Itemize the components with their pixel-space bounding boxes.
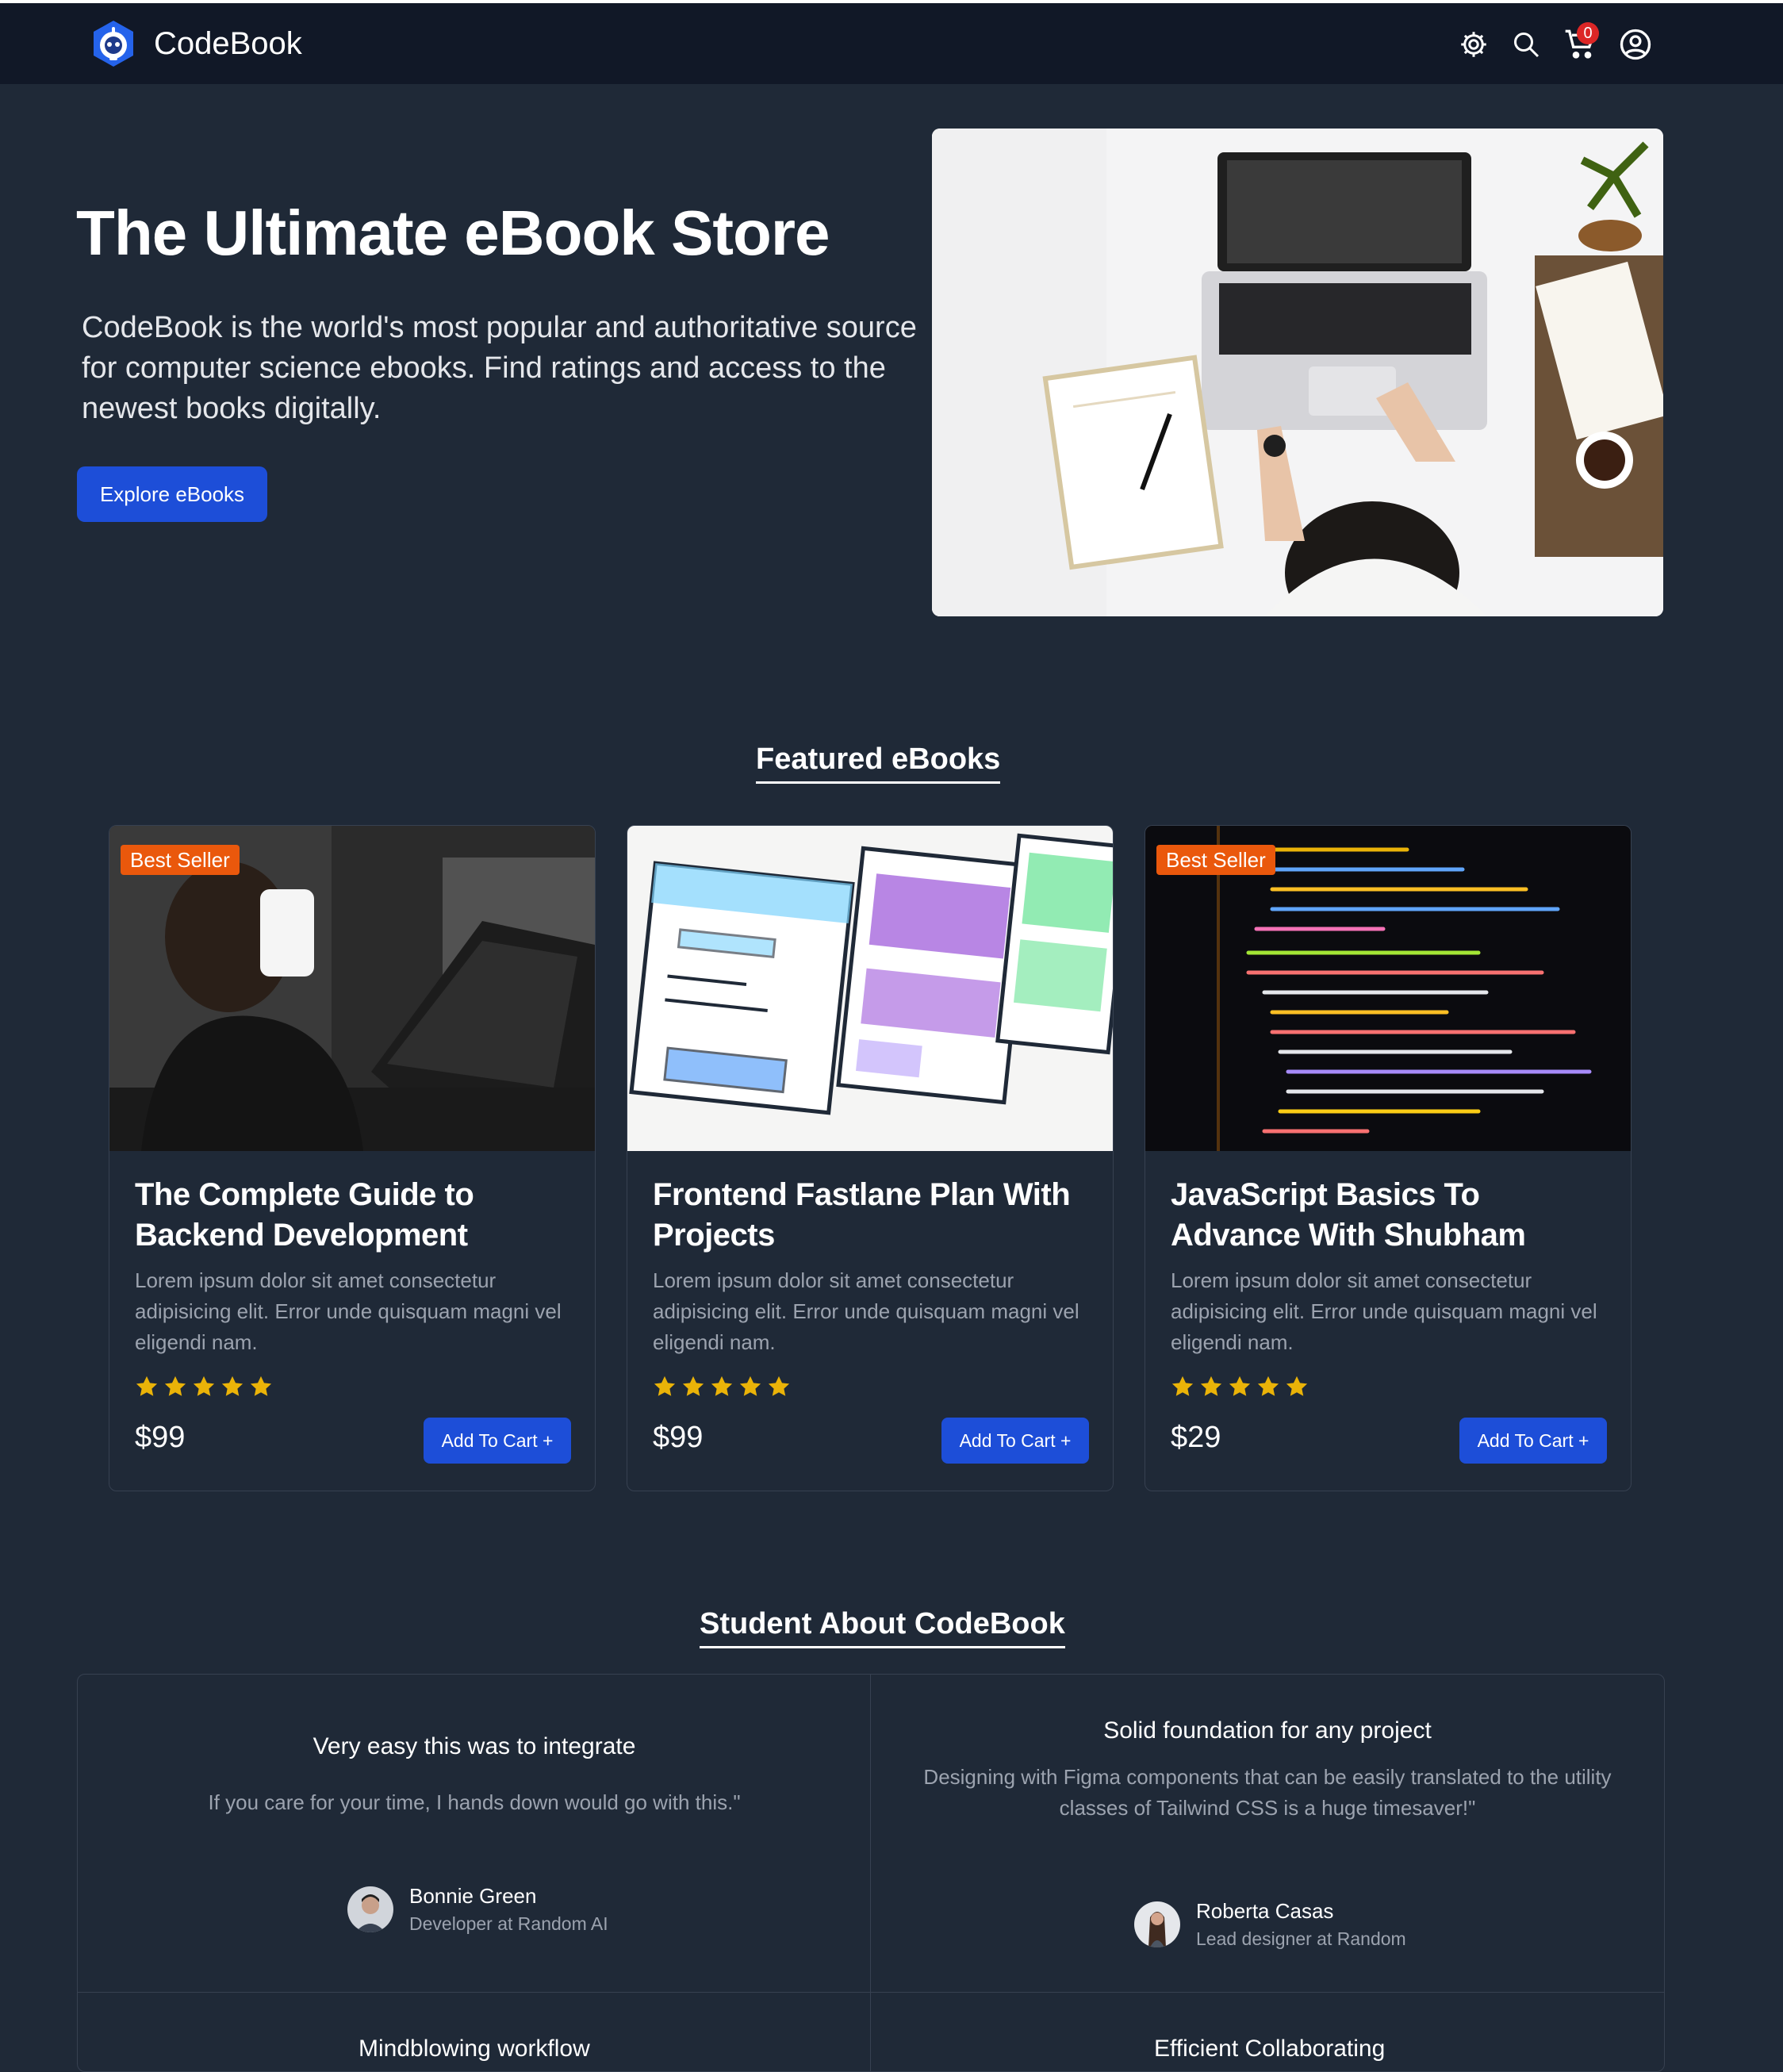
- hero-description: CodeBook is the world's most popular and…: [82, 311, 917, 425]
- user-icon[interactable]: [1620, 29, 1651, 60]
- star-icon: [1200, 1376, 1222, 1396]
- book-cover-image[interactable]: Best Seller: [109, 826, 595, 1151]
- star-icon: [654, 1376, 676, 1396]
- book-price: $99: [135, 1421, 186, 1454]
- add-to-cart-button[interactable]: Add To Cart +: [1459, 1418, 1607, 1464]
- star-icon: [250, 1376, 272, 1396]
- featured-ebooks-heading: Featured eBooks: [756, 742, 1001, 784]
- book-price: $99: [653, 1421, 704, 1454]
- add-to-cart-button[interactable]: Add To Cart +: [424, 1418, 571, 1464]
- testimonials-heading: Student About CodeBook: [700, 1607, 1065, 1648]
- search-icon[interactable]: [1512, 30, 1540, 59]
- star-icon: [1286, 1376, 1308, 1396]
- star-icon: [221, 1376, 243, 1396]
- author-role: Lead designer at Random: [1196, 1928, 1406, 1949]
- rating-stars: [1171, 1375, 1309, 1402]
- star-icon: [1229, 1376, 1251, 1396]
- book-title[interactable]: Frontend Fastlane Plan With Projects: [653, 1175, 1097, 1256]
- star-icon: [164, 1376, 186, 1396]
- testimonial-card: Very easy this was to integrate If you c…: [78, 1733, 871, 1818]
- author-role: Developer at Random AI: [409, 1913, 608, 1934]
- book-card[interactable]: Frontend Fastlane Plan With Projects Lor…: [627, 825, 1114, 1491]
- book-cover-image[interactable]: [627, 826, 1113, 1151]
- testimonial-title: Mindblowing workflow: [359, 2036, 590, 2062]
- star-icon: [1257, 1376, 1279, 1396]
- testimonial-title: Solid foundation for any project: [1103, 1717, 1432, 1744]
- testimonial-title: Efficient Collaborating: [1154, 2036, 1386, 2062]
- avatar: [1134, 1901, 1180, 1947]
- testimonial-card: Solid foundation for any project Designi…: [903, 1717, 1632, 1824]
- star-icon: [682, 1376, 704, 1396]
- star-icon: [1171, 1376, 1194, 1396]
- hero-title: The Ultimate eBook Store: [76, 198, 830, 268]
- book-cover-image[interactable]: Best Seller: [1145, 826, 1631, 1151]
- star-icon: [136, 1376, 158, 1396]
- avatar: [347, 1886, 393, 1932]
- best-seller-badge: Best Seller: [1156, 845, 1275, 875]
- rating-stars: [653, 1375, 791, 1402]
- testimonial-quote: Designing with Figma components that can…: [923, 1765, 1612, 1820]
- book-card[interactable]: Best Seller The Complete Guide to Backen…: [109, 825, 596, 1491]
- gear-icon[interactable]: [1459, 30, 1488, 59]
- grid-divider: [78, 1992, 1664, 1993]
- book-title[interactable]: JavaScript Basics To Advance With Shubha…: [1171, 1175, 1615, 1256]
- star-icon: [193, 1376, 215, 1396]
- book-description: Lorem ipsum dolor sit amet consectetur a…: [135, 1268, 562, 1354]
- book-price: $29: [1171, 1421, 1221, 1454]
- explore-ebooks-button[interactable]: Explore eBooks: [77, 466, 267, 522]
- add-to-cart-button[interactable]: Add To Cart +: [941, 1418, 1089, 1464]
- star-icon: [768, 1376, 790, 1396]
- testimonial-title: Very easy this was to integrate: [313, 1733, 636, 1759]
- testimonial-quote: If you care for your time, I hands down …: [208, 1790, 741, 1814]
- book-description: Lorem ipsum dolor sit amet consectetur a…: [1171, 1268, 1597, 1354]
- cart-count-badge: 0: [1577, 22, 1599, 44]
- book-card[interactable]: Best Seller JavaScript Basics To Advance…: [1145, 825, 1632, 1491]
- star-icon: [739, 1376, 761, 1396]
- best-seller-badge: Best Seller: [121, 845, 240, 875]
- rating-stars: [135, 1375, 273, 1402]
- star-icon: [711, 1376, 733, 1396]
- author-name: Roberta Casas: [1196, 1899, 1334, 1923]
- navbar: CodeBook 0: [0, 3, 1783, 85]
- testimonial-author: Roberta Casas Lead designer at Random: [1134, 1899, 1406, 1950]
- nav-icons: [0, 27, 1783, 67]
- hero-image: [932, 129, 1663, 616]
- testimonials-grid: Very easy this was to integrate If you c…: [77, 1674, 1665, 2072]
- author-name: Bonnie Green: [409, 1884, 537, 1908]
- book-title[interactable]: The Complete Guide to Backend Developmen…: [135, 1175, 579, 1256]
- book-description: Lorem ipsum dolor sit amet consectetur a…: [653, 1268, 1079, 1354]
- testimonial-author: Bonnie Green Developer at Random AI: [347, 1884, 608, 1935]
